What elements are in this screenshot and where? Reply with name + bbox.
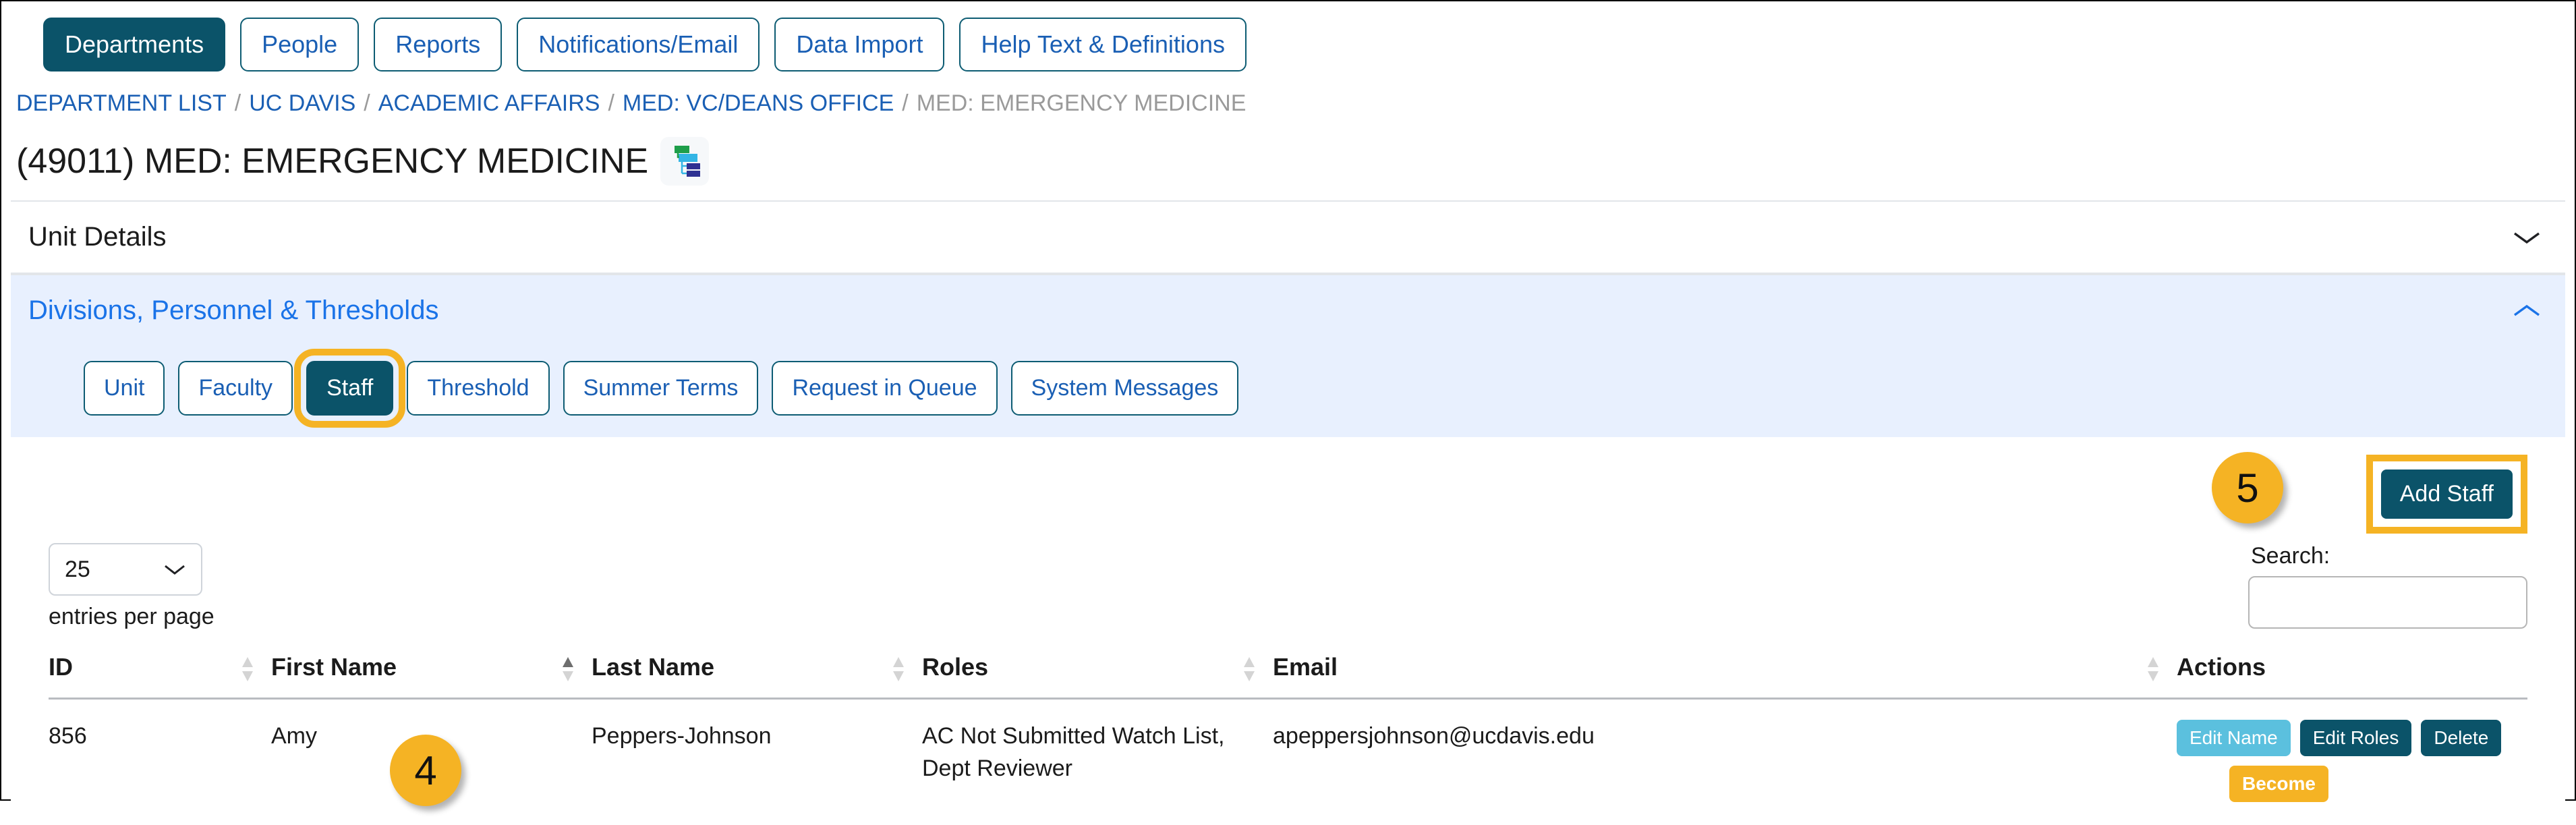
- sort-icon: [2148, 657, 2158, 681]
- column-header-roles[interactable]: Roles: [922, 653, 1273, 700]
- delete-button[interactable]: Delete: [2421, 720, 2502, 756]
- breadcrumb-separator: /: [234, 90, 241, 116]
- page-title: (49011) MED: EMERGENCY MEDICINE: [16, 142, 649, 181]
- accordion-panel-divisions: Unit Faculty Staff Threshold Summer Term…: [11, 346, 2565, 806]
- table-controls: 25 entries per page Search:: [11, 539, 2565, 630]
- add-staff-bar: 5 Add Staff: [11, 437, 2565, 539]
- become-button[interactable]: Become: [2229, 766, 2328, 802]
- entries-per-page-value: 25: [65, 556, 90, 582]
- cell-roles: AC Not Submitted Watch List, Dept Review…: [922, 723, 1225, 782]
- table-header-row: ID First Name Last Name Roles Email Acti…: [49, 653, 2527, 700]
- add-staff-button[interactable]: Add Staff: [2380, 470, 2513, 519]
- edit-name-button[interactable]: Edit Name: [2177, 720, 2291, 756]
- column-header-label: ID: [49, 653, 73, 681]
- sort-icon-ascending: [563, 657, 573, 681]
- sort-icon: [893, 657, 904, 681]
- accordion-header-divisions-personnel-thresholds[interactable]: Divisions, Personnel & Thresholds: [11, 274, 2565, 346]
- search-label: Search:: [2251, 543, 2330, 569]
- entries-per-page-select[interactable]: 25: [49, 543, 202, 596]
- sub-tab-faculty[interactable]: Faculty: [178, 361, 293, 416]
- column-header-id[interactable]: ID: [49, 653, 271, 700]
- become-button-wrapper: Become: [2177, 766, 2527, 802]
- org-hierarchy-icon[interactable]: [660, 137, 710, 186]
- breadcrumb-item-academic-affairs[interactable]: ACADEMIC AFFAIRS: [378, 90, 600, 117]
- column-header-label: Last Name: [592, 653, 715, 681]
- entries-per-page-control: 25 entries per page: [49, 543, 214, 630]
- column-header-label: Email: [1273, 653, 1338, 681]
- accordion-title: Unit Details: [28, 222, 167, 252]
- callout-badge-4: 4: [390, 735, 461, 806]
- accordion-header-unit-details[interactable]: Unit Details: [11, 200, 2565, 274]
- sort-icon: [242, 657, 253, 681]
- chevron-down-icon: [165, 565, 185, 575]
- table-search: Search:: [2248, 543, 2527, 629]
- column-header-label: First Name: [271, 653, 397, 681]
- breadcrumb-separator: /: [608, 90, 614, 116]
- app-page: Departments People Reports Notifications…: [1, 1, 2575, 825]
- breadcrumb: DEPARTMENT LIST / UC DAVIS / ACADEMIC AF…: [1, 86, 2575, 117]
- sub-tab-summer-terms[interactable]: Summer Terms: [563, 361, 759, 416]
- cell-actions: Edit Name Edit Roles Delete Become: [2177, 699, 2527, 816]
- breadcrumb-item-uc-davis[interactable]: UC DAVIS: [249, 90, 355, 117]
- column-header-email[interactable]: Email: [1273, 653, 2177, 700]
- column-header-label: Actions: [2177, 653, 2266, 681]
- sub-tab-bar: Unit Faculty Staff Threshold Summer Term…: [11, 346, 2565, 806]
- nav-tab-notifications-email[interactable]: Notifications/Email: [517, 18, 760, 72]
- sub-tab-threshold[interactable]: Threshold: [407, 361, 550, 416]
- column-header-first-name[interactable]: First Name: [271, 653, 592, 700]
- sort-icon: [1244, 657, 1255, 681]
- column-header-label: Roles: [922, 653, 989, 681]
- chevron-up-icon: [2514, 304, 2540, 316]
- cell-email: apeppersjohnson@ucdavis.edu: [1273, 723, 1595, 749]
- column-header-last-name[interactable]: Last Name: [592, 653, 922, 700]
- nav-tab-data-import[interactable]: Data Import: [774, 18, 945, 72]
- cell-id: 856: [49, 723, 87, 749]
- edit-roles-button[interactable]: Edit Roles: [2299, 720, 2412, 756]
- breadcrumb-item-current: MED: EMERGENCY MEDICINE: [916, 90, 1247, 116]
- breadcrumb-item-department-list[interactable]: DEPARTMENT LIST: [16, 90, 227, 117]
- nav-tab-reports[interactable]: Reports: [374, 18, 503, 72]
- sub-tab-staff[interactable]: Staff: [294, 349, 406, 428]
- sub-tab-system-messages[interactable]: System Messages: [1010, 361, 1239, 416]
- breadcrumb-separator: /: [364, 90, 370, 116]
- sub-tab-unit[interactable]: Unit: [84, 361, 165, 416]
- column-header-actions: Actions: [2177, 653, 2527, 700]
- page-header: (49011) MED: EMERGENCY MEDICINE: [1, 117, 2575, 200]
- row-action-buttons: Edit Name Edit Roles Delete Become: [2177, 720, 2527, 802]
- search-input[interactable]: [2248, 576, 2527, 629]
- callout-badge-5: 5: [2212, 452, 2283, 523]
- breadcrumb-item-med-vc-deans-office[interactable]: MED: VC/DEANS OFFICE: [623, 90, 894, 117]
- nav-tab-departments[interactable]: Departments: [43, 18, 226, 72]
- chevron-down-icon: [2514, 232, 2540, 244]
- nav-tab-people[interactable]: People: [240, 18, 360, 72]
- nav-tab-help-text-definitions[interactable]: Help Text & Definitions: [959, 18, 1247, 72]
- accordion-title: Divisions, Personnel & Thresholds: [28, 295, 439, 325]
- add-staff-highlight: Add Staff: [2366, 455, 2527, 534]
- cell-last-name: Peppers-Johnson: [592, 723, 772, 749]
- entries-per-page-label: entries per page: [49, 604, 214, 629]
- sub-tab-request-in-queue[interactable]: Request in Queue: [772, 361, 998, 416]
- table-head: ID First Name Last Name Roles Email Acti…: [49, 653, 2527, 700]
- accordion-group: Unit Details Divisions, Personnel & Thre…: [11, 200, 2565, 806]
- breadcrumb-separator: /: [902, 90, 909, 116]
- primary-navigation: Departments People Reports Notifications…: [1, 1, 2575, 86]
